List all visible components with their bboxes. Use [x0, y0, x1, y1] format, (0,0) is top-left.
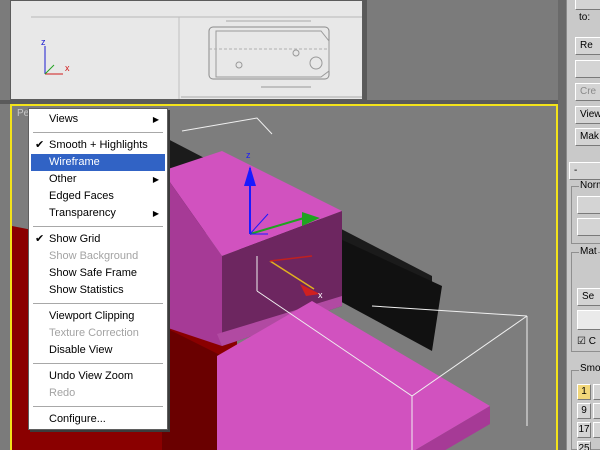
- menu-item-disable-view[interactable]: Disable View: [31, 342, 165, 359]
- menu-separator: [33, 363, 163, 364]
- menu-item-redo[interactable]: Redo: [31, 385, 165, 402]
- menu-item-configure[interactable]: Configure...: [31, 411, 165, 428]
- checkbox-check-icon: ☑: [577, 336, 586, 347]
- normal-button-1[interactable]: [577, 196, 600, 214]
- rollout-collapse-button[interactable]: -: [569, 162, 600, 180]
- menu-separator: [33, 226, 163, 227]
- menu-item-show-safe-frame[interactable]: Show Safe Frame: [31, 265, 165, 282]
- clear-selection-checkbox[interactable]: ☑ C: [577, 336, 596, 347]
- menu-item-label: Show Statistics: [49, 284, 124, 296]
- menu-item-texture-correction[interactable]: Texture Correction: [31, 325, 165, 342]
- menu-item-label: Show Grid: [49, 233, 101, 245]
- smoothing-group-cell[interactable]: [593, 403, 600, 419]
- menu-item-label: Smooth + Highlights: [49, 139, 148, 151]
- blueprint-drawing: z x: [11, 1, 362, 99]
- smoothing-group-1[interactable]: 1: [577, 384, 591, 400]
- menu-item-label: Edged Faces: [49, 190, 114, 202]
- smoothing-group-cell[interactable]: [593, 422, 600, 438]
- menu-item-other[interactable]: Other ▶: [31, 171, 165, 188]
- normal-button-2[interactable]: [577, 218, 600, 236]
- submenu-arrow-icon: ▶: [152, 209, 159, 218]
- menu-item-label: Transparency: [49, 207, 116, 219]
- submenu-arrow-icon: ▶: [152, 175, 159, 184]
- to-label: to:: [579, 12, 591, 23]
- menu-separator: [33, 132, 163, 133]
- normal-group-label: Norm: [579, 180, 600, 191]
- create-button[interactable]: Cre: [575, 83, 600, 101]
- select-by-id-button[interactable]: Se: [577, 288, 600, 306]
- menu-item-smooth-highlights[interactable]: ✔ Smooth + Highlights: [31, 137, 165, 154]
- menu-item-label: Configure...: [49, 413, 106, 425]
- menu-item-wireframe[interactable]: Wireframe: [31, 154, 165, 171]
- menu-item-label: Show Safe Frame: [49, 267, 138, 279]
- smoothing-group-cell[interactable]: [593, 384, 600, 400]
- check-icon: ✔: [35, 233, 45, 245]
- check-icon: ✔: [35, 139, 45, 151]
- top-axis-z-label: z: [41, 37, 46, 47]
- panel-top-button[interactable]: [575, 0, 600, 10]
- command-panel: to: Re Cre View Mak - Norm Mat Se ☑ C Sm…: [566, 0, 600, 450]
- menu-item-label: Other: [49, 173, 77, 185]
- material-field[interactable]: [577, 310, 600, 330]
- viewport-context-menu: Views ▶ ✔ Smooth + Highlights Wireframe Other…: [28, 108, 168, 430]
- menu-item-label: Viewport Clipping: [49, 310, 135, 322]
- menu-item-show-grid[interactable]: ✔ Show Grid: [31, 231, 165, 248]
- gizmo-x-label: x: [318, 290, 323, 300]
- menu-item-show-background[interactable]: Show Background: [31, 248, 165, 265]
- menu-item-label: Texture Correction: [49, 327, 139, 339]
- menu-item-views[interactable]: Views ▶: [31, 111, 165, 128]
- menu-item-show-statistics[interactable]: Show Statistics: [31, 282, 165, 299]
- menu-item-label: Show Background: [49, 250, 139, 262]
- 3dsmax-window: z x z x Pe to: Re Cre View Mak - Nor Mat…: [0, 0, 600, 450]
- menu-item-undo-view-zoom[interactable]: Undo View Zoom: [31, 368, 165, 385]
- view-button[interactable]: View: [575, 106, 600, 124]
- menu-separator: [33, 303, 163, 304]
- menu-item-transparency[interactable]: Transparency ▶: [31, 205, 165, 222]
- menu-separator: [33, 406, 163, 407]
- make-button[interactable]: Mak: [575, 128, 600, 146]
- smoothing-group-17[interactable]: 17: [577, 422, 591, 438]
- smoothing-group-9[interactable]: 9: [577, 403, 591, 419]
- top-viewport[interactable]: z x: [10, 0, 363, 100]
- viewport-divider[interactable]: [363, 0, 367, 104]
- menu-item-edged-faces[interactable]: Edged Faces: [31, 188, 165, 205]
- menu-item-label: Wireframe: [49, 156, 100, 168]
- panel-button-blank[interactable]: [575, 60, 600, 78]
- smoothing-group-label: Smo: [579, 363, 600, 374]
- menu-item-label: Views: [49, 113, 79, 125]
- top-axis-x-label: x: [65, 63, 70, 73]
- material-group-label: Mat: [579, 246, 598, 257]
- submenu-arrow-icon: ▶: [152, 115, 159, 124]
- viewport-divider-right[interactable]: [558, 0, 566, 450]
- menu-item-label: Disable View: [49, 344, 113, 356]
- clear-selection-label: C: [588, 336, 596, 347]
- reset-button[interactable]: Re: [575, 37, 600, 55]
- menu-item-label: Undo View Zoom: [49, 370, 134, 382]
- gizmo-z-label: z: [246, 150, 251, 160]
- smoothing-group-25[interactable]: 25: [577, 441, 591, 450]
- menu-item-label: Redo: [49, 387, 76, 399]
- menu-item-viewport-clipping[interactable]: Viewport Clipping: [31, 308, 165, 325]
